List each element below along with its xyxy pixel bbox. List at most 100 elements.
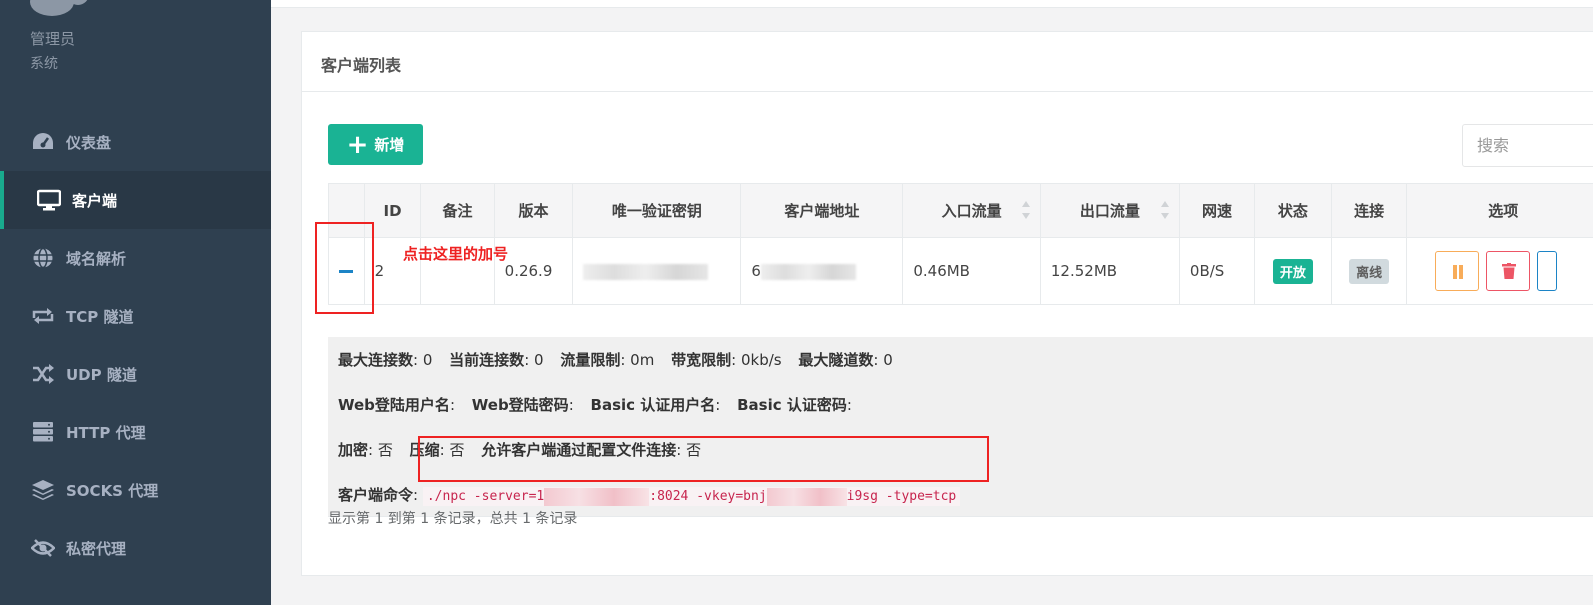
annotation-box-toggle bbox=[315, 222, 374, 314]
column-header-status: 状态 bbox=[1254, 183, 1332, 238]
add-client-button[interactable]: + 新增 bbox=[328, 124, 423, 165]
top-bar bbox=[271, 0, 1593, 8]
server-icon bbox=[30, 421, 56, 443]
sidebar-item-dashboard[interactable]: 仪表盘 bbox=[0, 113, 271, 171]
sort-icon bbox=[1021, 201, 1030, 219]
status-badge: 开放 bbox=[1272, 258, 1313, 284]
detail-auth: Web登陆用户名: Web登陆密码: Basic 认证用户名: Basic 认证… bbox=[338, 396, 852, 414]
redacted-vkey bbox=[766, 487, 847, 506]
column-header-connection: 连接 bbox=[1330, 183, 1408, 238]
layers-icon bbox=[30, 479, 56, 501]
cell-connection: 离线 bbox=[1330, 237, 1408, 305]
bw-limit-label: 带宽限制 bbox=[671, 351, 732, 369]
column-header-version: 版本 bbox=[493, 183, 574, 238]
column-header-vkey: 唯一验证密钥 bbox=[572, 183, 742, 238]
client-list-panel: 客户端列表 + 新增 ID 备注 版本 唯一验证密钥 客户端地址 入口流量 出口… bbox=[301, 31, 1593, 576]
sidebar-item-label: UDP 隧道 bbox=[66, 365, 137, 384]
cell-export-flow: 12.52MB bbox=[1039, 237, 1180, 305]
search-input[interactable] bbox=[1462, 124, 1593, 167]
dashboard-icon bbox=[30, 131, 56, 153]
sidebar-item-label: 域名解析 bbox=[66, 249, 127, 268]
sort-icon bbox=[1160, 201, 1169, 219]
detail-limits: 最大连接数: 0 当前连接数: 0 流量限制: 0m 带宽限制: 0kb/s 最… bbox=[338, 349, 905, 370]
exchange-icon bbox=[30, 305, 56, 327]
sidebar-item-secret[interactable]: 私密代理 bbox=[0, 519, 271, 577]
panel-title: 客户端列表 bbox=[321, 56, 402, 75]
column-header-label: 入口流量 bbox=[941, 202, 1002, 220]
table-row: 2 0.26.9 6 0.46MB 12.52MB 0B/S 开放 离线 bbox=[328, 237, 1593, 305]
cell-address: 6 bbox=[740, 237, 904, 305]
cmd-label: 客户端命令 bbox=[338, 486, 414, 504]
sidebar-item-tcp[interactable]: TCP 隧道 bbox=[0, 287, 271, 345]
sidebar: 管理员 系统 仪表盘 客户端 域名解析 TCP 隧道 UDP 隧道 HTTP 代… bbox=[0, 0, 271, 605]
max-conn-label: 最大连接数 bbox=[338, 351, 414, 369]
column-header-inlet-flow[interactable]: 入口流量 bbox=[902, 183, 1041, 238]
connection-badge: 离线 bbox=[1349, 258, 1390, 284]
sidebar-item-label: 客户端 bbox=[72, 191, 118, 210]
redacted-server bbox=[544, 487, 650, 506]
flow-limit-label: 流量限制 bbox=[560, 351, 621, 369]
sidebar-item-clients[interactable]: 客户端 bbox=[0, 171, 271, 229]
cmd-part: i9sg -type=tcp bbox=[846, 489, 957, 504]
flow-limit-value: : 0m bbox=[620, 351, 655, 369]
sidebar-item-label: 私密代理 bbox=[66, 539, 127, 558]
annotation-text: 点击这里的加号 bbox=[403, 245, 509, 263]
sidebar-item-label: 仪表盘 bbox=[66, 133, 112, 152]
pagination-summary: 显示第 1 到第 1 条记录，总共 1 条记录 bbox=[328, 511, 578, 527]
profile-name: 管理员 bbox=[30, 30, 76, 48]
cmd-part: ./npc -server=1 bbox=[426, 489, 545, 504]
crypt-label: 加密 bbox=[338, 441, 369, 459]
delete-button[interactable] bbox=[1486, 251, 1531, 291]
client-table: ID 备注 版本 唯一验证密钥 客户端地址 入口流量 出口流量 网速 状态 连接… bbox=[328, 183, 1593, 305]
column-header-export-flow[interactable]: 出口流量 bbox=[1039, 183, 1180, 238]
edit-button[interactable] bbox=[1537, 251, 1558, 291]
sidebar-nav: 仪表盘 客户端 域名解析 TCP 隧道 UDP 隧道 HTTP 代理 SOCKS… bbox=[0, 113, 271, 577]
sidebar-item-label: SOCKS 代理 bbox=[66, 481, 159, 500]
cmd-part: :8024 -vkey=bnj bbox=[649, 489, 767, 504]
address-text: 6 bbox=[751, 262, 761, 280]
column-header-address: 客户端地址 bbox=[740, 183, 904, 238]
bw-limit-value: : 0kb/s bbox=[731, 351, 782, 369]
detail-command: 客户端命令: ./npc -server=1:8024 -vkey=bnj i9s… bbox=[338, 484, 961, 506]
cloud-gear-logo-icon bbox=[30, 0, 88, 16]
column-header-remark: 备注 bbox=[420, 183, 495, 238]
shuffle-icon bbox=[30, 363, 56, 385]
sidebar-item-socks[interactable]: SOCKS 代理 bbox=[0, 461, 271, 519]
max-conn-value: : 0 bbox=[413, 351, 433, 369]
crypt-value: : 否 bbox=[368, 441, 393, 459]
redacted-vkey bbox=[583, 263, 709, 280]
redacted-address bbox=[760, 263, 856, 280]
basic-user-label: Basic 认证用户名 bbox=[590, 396, 716, 414]
column-header-options: 选项 bbox=[1406, 183, 1593, 238]
basic-pass-label: Basic 认证密码 bbox=[737, 396, 847, 414]
sidebar-item-label: HTTP 代理 bbox=[66, 423, 146, 442]
client-command[interactable]: ./npc -server=1 :8024 -vkey=bnj i9sg -type… bbox=[422, 487, 961, 506]
globe-icon bbox=[30, 247, 56, 269]
eye-slash-icon bbox=[30, 537, 56, 559]
cur-conn-value: : 0 bbox=[524, 351, 544, 369]
cur-conn-label: 当前连接数 bbox=[449, 351, 525, 369]
sidebar-item-udp[interactable]: UDP 隧道 bbox=[0, 345, 271, 403]
cell-status: 开放 bbox=[1254, 237, 1332, 305]
column-header-rate: 网速 bbox=[1178, 183, 1256, 238]
annotation-box-command bbox=[418, 436, 989, 482]
column-header-label: 出口流量 bbox=[1079, 202, 1140, 220]
plus-icon: + bbox=[346, 129, 369, 160]
sidebar-item-domain[interactable]: 域名解析 bbox=[0, 229, 271, 287]
client-detail: 最大连接数: 0 当前连接数: 0 流量限制: 0m 带宽限制: 0kb/s 最… bbox=[328, 337, 1593, 517]
monitor-icon bbox=[36, 189, 62, 211]
trash-icon bbox=[1502, 263, 1517, 279]
profile-role: 系统 bbox=[30, 56, 58, 72]
cell-options bbox=[1406, 237, 1593, 305]
sidebar-item-http[interactable]: HTTP 代理 bbox=[0, 403, 271, 461]
cell-rate: 0B/S bbox=[1178, 237, 1256, 305]
cell-vkey bbox=[572, 237, 742, 305]
add-button-label: 新增 bbox=[374, 136, 405, 154]
web-user-label: Web登陆用户名 bbox=[338, 396, 450, 414]
max-tunnel-value: : 0 bbox=[873, 351, 893, 369]
web-pass-label: Web登陆密码 bbox=[471, 396, 569, 414]
pause-button[interactable] bbox=[1435, 251, 1480, 291]
max-tunnel-label: 最大隧道数 bbox=[798, 351, 874, 369]
table-header-row: ID 备注 版本 唯一验证密钥 客户端地址 入口流量 出口流量 网速 状态 连接… bbox=[328, 183, 1593, 238]
cell-inlet-flow: 0.46MB bbox=[902, 237, 1041, 305]
